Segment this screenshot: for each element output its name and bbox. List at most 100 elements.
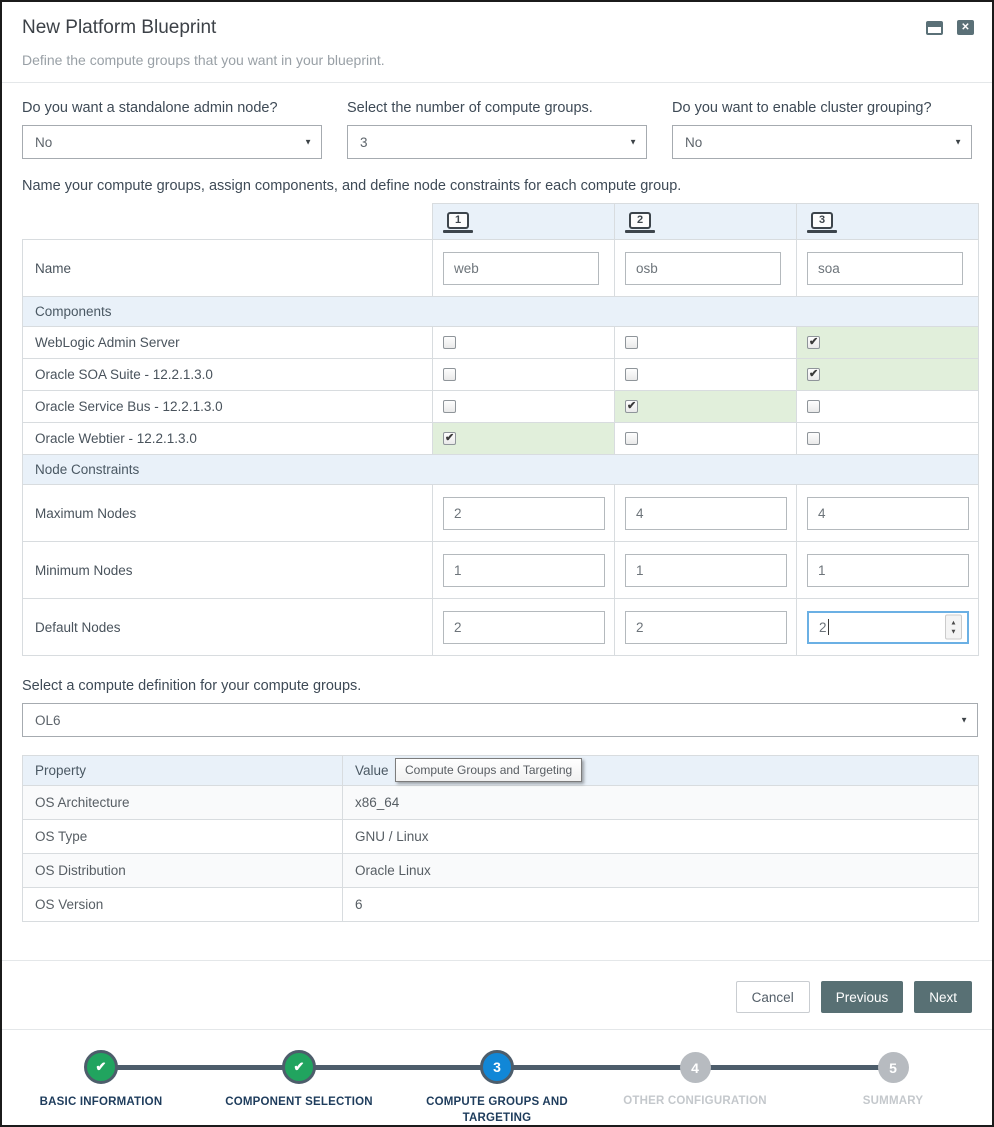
question-label: Do you want a standalone admin node?: [22, 100, 322, 116]
max-nodes-input[interactable]: 4▲▼: [807, 497, 969, 530]
select-value: No: [35, 135, 52, 150]
property-column-header: Property: [23, 756, 343, 786]
window-controls: [926, 20, 974, 35]
step-compute-groups-and-targeting: 3 COMPUTE GROUPS AND TARGETING: [398, 1050, 596, 1126]
component-checkbox[interactable]: [625, 400, 638, 413]
step-circle[interactable]: 5: [878, 1052, 909, 1083]
group-number: 1: [447, 212, 469, 229]
component-checkbox[interactable]: [443, 432, 456, 445]
properties-section: Property Value OS Architecture x86_64 OS…: [22, 755, 972, 922]
constraint-label: Maximum Nodes: [23, 485, 433, 542]
max-nodes-input[interactable]: 2▲▼: [443, 497, 605, 530]
component-checkbox[interactable]: [443, 368, 456, 381]
constraint-row: Maximum Nodes 2▲▼ 4▲▼ 4▲▼: [23, 485, 979, 542]
question-cluster-grouping: Do you want to enable cluster grouping? …: [672, 100, 972, 159]
name-row: Name: [23, 240, 979, 297]
component-row: WebLogic Admin Server: [23, 327, 979, 359]
previous-button[interactable]: Previous: [821, 981, 904, 1013]
next-button[interactable]: Next: [914, 981, 972, 1013]
component-checkbox[interactable]: [807, 400, 820, 413]
default-nodes-input[interactable]: 2▲▼: [443, 611, 605, 644]
group-number: 2: [629, 212, 651, 229]
group-2-name-input[interactable]: [625, 252, 781, 285]
number-spinner[interactable]: ▲▼: [945, 615, 962, 640]
step-circle[interactable]: ✔: [282, 1050, 316, 1084]
laptop-icon: 3: [807, 212, 837, 233]
compute-definition-select[interactable]: OL6: [22, 703, 978, 737]
question-compute-groups: Select the number of compute groups. 3: [347, 100, 647, 159]
component-label: WebLogic Admin Server: [23, 327, 433, 359]
component-checkbox[interactable]: [807, 336, 820, 349]
component-row: Oracle Webtier - 12.2.1.3.0: [23, 423, 979, 455]
select-value: 3: [360, 135, 368, 150]
component-checkbox[interactable]: [807, 368, 820, 381]
cluster-grouping-select[interactable]: No: [672, 125, 972, 159]
component-checkbox[interactable]: [625, 432, 638, 445]
property-row: OS Version 6: [23, 888, 979, 922]
groups-instruction: Name your compute groups, assign compone…: [22, 178, 972, 194]
property-row: OS Type GNU / Linux: [23, 820, 979, 854]
chevron-down-icon: [954, 138, 962, 147]
component-checkbox[interactable]: [625, 336, 638, 349]
tooltip: Compute Groups and Targeting: [395, 758, 582, 782]
select-value: No: [685, 135, 702, 150]
component-checkbox[interactable]: [443, 336, 456, 349]
property-value: 6: [343, 888, 979, 922]
component-row: Oracle SOA Suite - 12.2.1.3.0: [23, 359, 979, 391]
laptop-icon: 1: [443, 212, 473, 233]
property-row: OS Distribution Oracle Linux: [23, 854, 979, 888]
component-checkbox[interactable]: [443, 400, 456, 413]
dialog-header: New Platform Blueprint Define the comput…: [2, 2, 992, 68]
maximize-icon[interactable]: [926, 21, 943, 35]
step-label: COMPONENT SELECTION: [225, 1095, 373, 1111]
min-nodes-input[interactable]: 1▲▼: [807, 554, 969, 587]
max-nodes-input[interactable]: 4▲▼: [625, 497, 787, 530]
stepper-divider: [2, 1029, 992, 1030]
compute-groups-count-select[interactable]: 3: [347, 125, 647, 159]
group-3-name-input[interactable]: [807, 252, 963, 285]
group-1-name-input[interactable]: [443, 252, 599, 285]
page-title: New Platform Blueprint: [22, 17, 972, 39]
min-nodes-input[interactable]: 1▲▼: [443, 554, 605, 587]
step-circle[interactable]: 4: [680, 1052, 711, 1083]
property-row: OS Architecture x86_64: [23, 786, 979, 820]
wizard-stepper: ✔ BASIC INFORMATION ✔ COMPONENT SELECTIO…: [2, 1050, 992, 1126]
header-divider: [2, 82, 992, 83]
property-name: OS Type: [23, 820, 343, 854]
admin-node-select[interactable]: No: [22, 125, 322, 159]
dialog-content: Do you want a standalone admin node? No …: [2, 100, 992, 922]
default-nodes-input[interactable]: 2▲▼: [807, 611, 969, 644]
close-icon[interactable]: [957, 20, 974, 35]
step-circle[interactable]: ✔: [84, 1050, 118, 1084]
component-checkbox[interactable]: [625, 368, 638, 381]
step-label: SUMMARY: [863, 1094, 923, 1110]
question-label: Select the number of compute groups.: [347, 100, 647, 116]
node-constraints-section-header: Node Constraints: [23, 455, 979, 485]
group-number: 3: [811, 212, 833, 229]
component-label: Oracle Webtier - 12.2.1.3.0: [23, 423, 433, 455]
footer-buttons: Cancel Previous Next: [2, 961, 992, 1013]
chevron-down-icon: [629, 138, 637, 147]
constraint-label: Minimum Nodes: [23, 542, 433, 599]
constraint-row: Minimum Nodes 1▲▼ 1▲▼ 1▲▼: [23, 542, 979, 599]
step-label: BASIC INFORMATION: [40, 1095, 163, 1111]
compute-groups-table: 1 2 3 Name: [22, 203, 979, 656]
step-other-configuration: 4 OTHER CONFIGURATION: [596, 1050, 794, 1126]
property-name: OS Distribution: [23, 854, 343, 888]
chevron-down-icon: [304, 138, 312, 147]
cancel-button[interactable]: Cancel: [736, 981, 810, 1013]
group-header-row: 1 2 3: [23, 204, 979, 240]
step-label: COMPUTE GROUPS AND TARGETING: [408, 1095, 586, 1126]
min-nodes-input[interactable]: 1▲▼: [625, 554, 787, 587]
question-label: Do you want to enable cluster grouping?: [672, 100, 972, 116]
component-checkbox[interactable]: [807, 432, 820, 445]
default-nodes-input[interactable]: 2▲▼: [625, 611, 787, 644]
component-label: Oracle Service Bus - 12.2.1.3.0: [23, 391, 433, 423]
step-summary: 5 SUMMARY: [794, 1050, 992, 1126]
blank-header-cell: [23, 204, 433, 240]
step-circle[interactable]: 3: [480, 1050, 514, 1084]
question-admin-node: Do you want a standalone admin node? No: [22, 100, 322, 159]
group-3-header: 3: [797, 204, 979, 240]
node-constraints-section-row: Node Constraints: [23, 455, 979, 485]
step-label: OTHER CONFIGURATION: [623, 1094, 767, 1110]
